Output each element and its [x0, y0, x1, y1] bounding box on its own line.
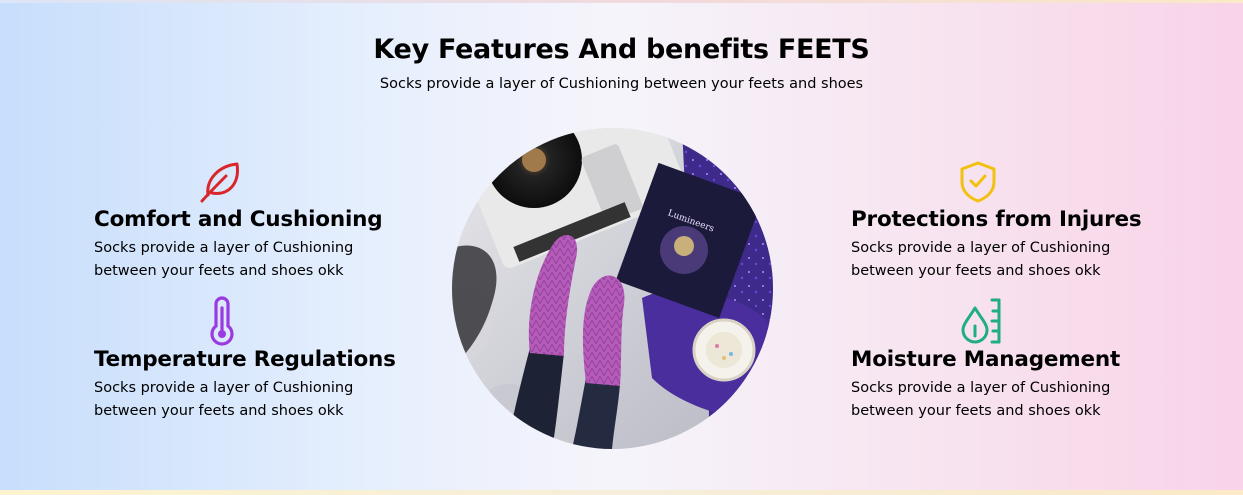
thermometer-icon: [206, 296, 238, 350]
page-title: Key Features And benefits FEETS: [373, 34, 870, 65]
feature-title: Comfort and Cushioning: [94, 207, 383, 232]
leaf-icon: [198, 160, 242, 208]
droplet-ruler-icon: [959, 296, 1005, 350]
feature-title: Temperature Regulations: [94, 347, 396, 372]
feature-title: Protections from Injures: [851, 207, 1142, 232]
feature-title: Moisture Management: [851, 347, 1121, 372]
feature-description: Socks provide a layer of Cushioning betw…: [851, 240, 1111, 279]
feature-description: Socks provide a layer of Cushioning betw…: [94, 380, 354, 419]
page-subtitle: Socks provide a layer of Cushioning betw…: [379, 76, 864, 92]
feature-description: Socks provide a layer of Cushioning betw…: [94, 240, 354, 279]
candle: [692, 318, 756, 382]
feature-description: Socks provide a layer of Cushioning betw…: [851, 380, 1111, 419]
shield-check-icon: [958, 160, 998, 208]
top-accent-line: [0, 0, 1243, 3]
socks-photo: Lumineers: [452, 128, 773, 449]
bottom-accent-line: [0, 490, 1243, 495]
